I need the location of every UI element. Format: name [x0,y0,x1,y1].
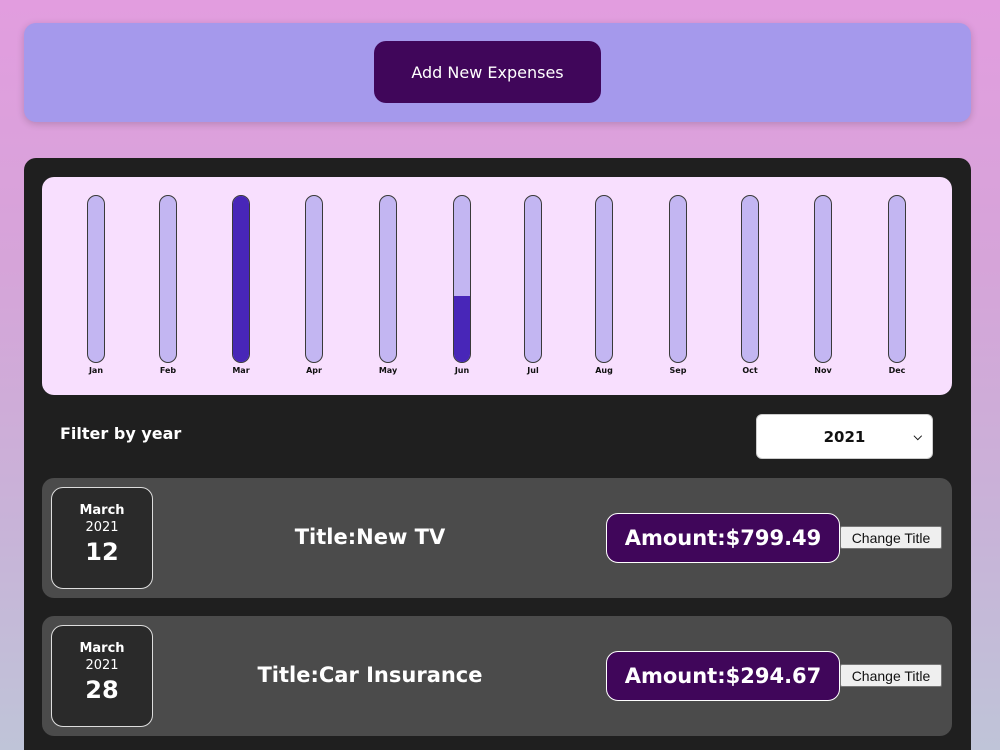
year-select[interactable]: 2021 ⌵ [756,414,933,459]
expense-month: March [79,503,125,518]
change-title-button[interactable]: Change Title [840,664,942,687]
chart-bar-track [232,195,250,363]
expense-date: March 2021 28 [51,625,153,727]
expense-day: 28 [85,676,119,704]
chart-bar-label: Jan [88,366,104,375]
chart-bar-feb: Feb [148,177,188,395]
add-new-expenses-button[interactable]: Add New Expenses [374,41,601,103]
expense-day: 12 [85,538,119,566]
expense-amount: Amount:$294.67 [606,651,840,701]
expenses-chart: Jan Feb Mar Apr May Jun Jul Aug Sep Oct Nov Dec [42,177,952,395]
chart-bar-apr: Apr [294,177,334,395]
chart-bar-label: Aug [595,366,613,375]
chart-bar-track [87,195,105,363]
chart-bar-jul: Jul [513,177,553,395]
chart-bar-label: Nov [814,366,832,375]
selected-year: 2021 [823,427,866,446]
chart-bar-fill [454,295,470,362]
chart-bar-sep: Sep [658,177,698,395]
chart-bar-nov: Nov [803,177,843,395]
chart-bar-track [814,195,832,363]
expense-year: 2021 [85,658,119,673]
chart-bar-track [669,195,687,363]
chart-bar-track [379,195,397,363]
chart-bar-track [741,195,759,363]
chart-bar-label: Jul [527,366,539,375]
chart-bar-label: Jun [454,366,470,375]
chart-bar-track [888,195,906,363]
chart-bar-mar: Mar [221,177,261,395]
expense-date: March 2021 12 [51,487,153,589]
chart-bar-track [305,195,323,363]
expenses-panel: Jan Feb Mar Apr May Jun Jul Aug Sep Oct Nov Dec Fil… [24,158,971,750]
chart-bar-fill [233,196,249,362]
chart-bar-jun: Jun [442,177,482,395]
chart-bar-jan: Jan [76,177,116,395]
chart-bar-oct: Oct [730,177,770,395]
chart-bar-aug: Aug [584,177,624,395]
filter-label: Filter by year [60,424,182,443]
chevron-down-icon: ⌵ [913,429,922,443]
chart-bar-may: May [368,177,408,395]
change-title-button[interactable]: Change Title [840,526,942,549]
chart-bar-label: May [378,366,398,375]
chart-bar-label: Mar [232,366,250,375]
chart-bar-label: Oct [742,366,758,375]
new-expense-card: Add New Expenses [24,23,971,122]
chart-bar-label: Dec [888,366,906,375]
expense-amount: Amount:$799.49 [606,513,840,563]
expense-title: Title:Car Insurance [257,663,483,687]
chart-bar-track [595,195,613,363]
expense-year: 2021 [85,520,119,535]
chart-bar-track [453,195,471,363]
chart-bar-label: Feb [159,366,177,375]
chart-bar-label: Apr [306,366,322,375]
chart-bar-label: Sep [669,366,687,375]
chart-bar-track [524,195,542,363]
chart-bar-track [159,195,177,363]
chart-bar-dec: Dec [877,177,917,395]
expense-item: March 2021 28 Title:Car Insurance Amount… [42,616,952,736]
expense-item: March 2021 12 Title:New TV Amount:$799.4… [42,478,952,598]
expense-title: Title:New TV [294,525,446,549]
expense-month: March [79,641,125,656]
